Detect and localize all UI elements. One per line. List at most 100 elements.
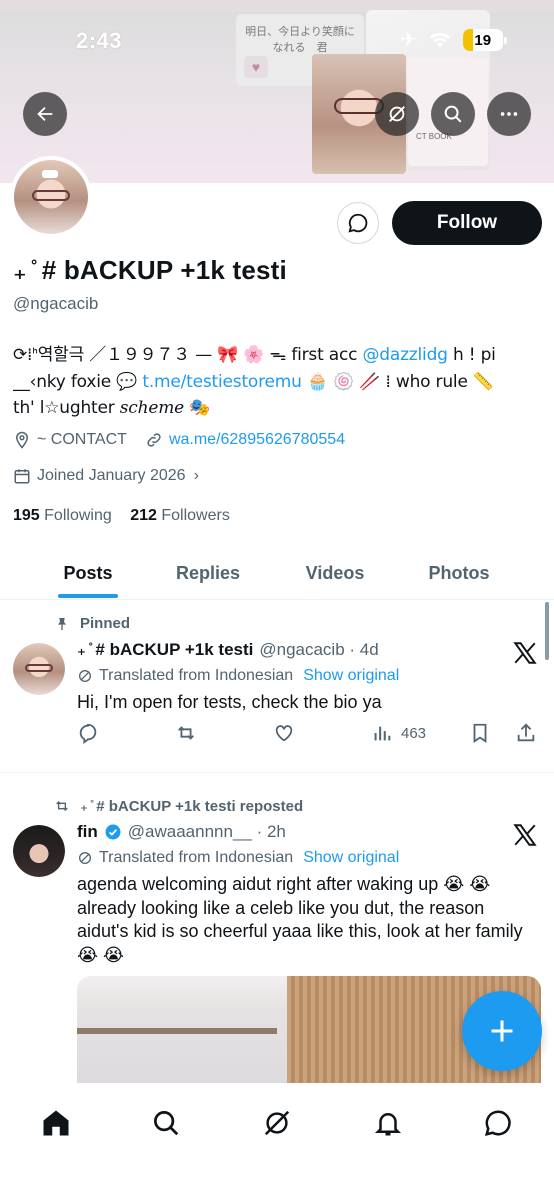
airplane-mode-icon: ✈ — [400, 29, 417, 51]
profile-tabs: Posts Replies Videos Photos — [0, 548, 554, 600]
pin-icon — [58, 617, 66, 630]
follow-button[interactable]: Follow — [392, 201, 542, 245]
message-bubble-icon — [485, 1110, 511, 1136]
location-text: ~ CONTACT — [37, 431, 127, 448]
show-original-link[interactable]: Show original — [303, 849, 399, 867]
reply-icon — [79, 723, 97, 744]
status-time: 2:43 — [76, 28, 123, 53]
link-icon — [147, 433, 161, 447]
tab-photos[interactable]: Photos — [414, 548, 504, 598]
more-icon — [500, 112, 518, 116]
message-bubble-icon — [348, 213, 368, 233]
tab-active-indicator — [58, 594, 118, 598]
status-icons: ✈ 19 — [400, 28, 507, 52]
search-button[interactable] — [431, 92, 475, 136]
translate-icon — [79, 852, 91, 864]
avatar — [14, 160, 88, 234]
nav-notifications[interactable] — [368, 1103, 408, 1143]
views-icon — [374, 726, 391, 741]
search-icon — [154, 1111, 179, 1136]
bio-line-1: ⟳⁞ᑋ역할극 ／１９９７３ — 🎀 🌸 ᯓ first acc @dazzlid… — [13, 342, 543, 369]
views-count: 463 — [401, 724, 427, 742]
followers-label: Followers — [161, 507, 230, 524]
x-logo-icon[interactable] — [512, 822, 538, 848]
repost-icon — [56, 801, 68, 811]
tab-label: Posts — [63, 562, 113, 583]
following-link[interactable]: 195 Following — [13, 507, 112, 524]
translated-label: Translated from Indonesian — [99, 849, 294, 866]
translation-row: Translated from Indonesian Show original — [77, 849, 399, 867]
website-link[interactable]: wa.me/62895626780554 — [169, 431, 345, 449]
post-context: ₊ ̊ # bACKUP +1k testi reposted — [80, 798, 304, 815]
post-header: ₊ ̊ # bACKUP +1k testi @ngacacib · 4d — [77, 640, 379, 660]
reply-button[interactable] — [77, 722, 99, 744]
post-text: agenda welcoming aidut right after wakin… — [77, 874, 523, 965]
tab-replies[interactable]: Replies — [163, 548, 253, 598]
show-original-link[interactable]: Show original — [303, 667, 399, 685]
share-button[interactable] — [515, 722, 537, 744]
calendar-icon — [14, 469, 30, 484]
bio-text: ⟳⁞ᑋ역할극 ／１９９７３ — 🎀 🌸 ᯓ first acc — [13, 345, 363, 365]
scrollbar[interactable] — [545, 602, 549, 660]
bio-text: __‹nky foxie 💬 — [13, 371, 143, 392]
post-header: fin @awaaannnn__ · 2h — [77, 822, 286, 842]
post-actions: 463 — [77, 722, 543, 750]
nav-grok[interactable] — [257, 1103, 297, 1143]
tab-posts[interactable]: Posts — [44, 548, 132, 598]
avatar[interactable] — [13, 643, 65, 695]
bottom-navigation — [0, 1083, 554, 1200]
tab-videos[interactable]: Videos — [290, 548, 380, 598]
banner-card-text: 明日、今日より笑顔になれる 君 — [245, 25, 355, 54]
joined-row[interactable]: Joined January 2026 › — [13, 467, 199, 485]
post-author-name[interactable]: fin — [77, 822, 98, 842]
profile-avatar[interactable] — [10, 156, 92, 238]
chevron-right-icon: › — [193, 467, 199, 484]
x-logo-icon[interactable] — [512, 640, 538, 666]
battery-indicator: 19 — [462, 29, 507, 51]
followers-link[interactable]: 212 Followers — [130, 507, 230, 524]
bio-url-link[interactable]: t.me/testiestoremu — [142, 372, 302, 392]
bio-line-3: th' l☆ughter scheme 🎭 — [13, 395, 543, 422]
translated-label: Translated from Indonesian — [99, 667, 294, 684]
post-author-name[interactable]: ₊ ̊ # bACKUP +1k testi — [77, 640, 253, 660]
translate-icon — [79, 670, 91, 682]
more-button[interactable] — [487, 92, 531, 136]
divider — [0, 772, 554, 773]
grok-icon — [389, 106, 405, 122]
display-name: ₊ ̊ # bACKUP +1k testi — [13, 255, 287, 285]
post-meta: @ngacacib · 4d — [259, 640, 379, 659]
nav-messages[interactable] — [478, 1103, 518, 1143]
repost-button[interactable] — [175, 722, 197, 744]
post-meta: @awaaannnn__ · 2h — [127, 822, 286, 841]
bio-line-2: __‹nky foxie 💬 t.me/testiestoremu 🧁 🍥 🥢 … — [13, 369, 543, 396]
views-button[interactable]: 463 — [371, 722, 426, 744]
bio-italic-text: scheme — [119, 398, 184, 418]
handle: @ngacacib — [13, 294, 99, 313]
back-button[interactable] — [23, 92, 67, 136]
avatar[interactable] — [13, 825, 65, 877]
tab-label: Replies — [175, 562, 241, 583]
media-curtain-rod — [77, 1028, 277, 1034]
bookmark-button[interactable] — [469, 722, 491, 744]
bio-text: h ! pi — [447, 345, 496, 365]
repost-context: ₊ ̊ # bACKUP +1k testi reposted — [54, 797, 303, 815]
joined-date: Joined January 2026 — [37, 467, 186, 484]
bell-icon — [374, 1113, 402, 1136]
follow-counts: 195 Following 212 Followers — [13, 507, 230, 525]
battery-level: 19 — [474, 31, 492, 49]
bio: ⟳⁞ᑋ역할극 ／１９９７３ — 🎀 🌸 ᯓ first acc @dazzlid… — [13, 342, 543, 422]
bio-mention-link[interactable]: @dazzlidg — [362, 345, 447, 365]
bio-text: 🎭 — [184, 398, 211, 418]
grok-button[interactable] — [375, 92, 419, 136]
heart-icon — [275, 725, 293, 742]
like-button[interactable] — [273, 722, 295, 744]
nav-search[interactable] — [146, 1103, 186, 1143]
message-button[interactable] — [337, 202, 379, 244]
following-count: 195 — [13, 507, 40, 524]
location-pin-icon — [15, 431, 29, 449]
post-text: Hi, I'm open for tests, check the bio ya — [77, 692, 382, 712]
tab-label: Photos — [428, 562, 490, 583]
compose-button[interactable] — [462, 991, 542, 1071]
nav-home[interactable] — [36, 1103, 76, 1143]
share-icon — [517, 723, 535, 742]
